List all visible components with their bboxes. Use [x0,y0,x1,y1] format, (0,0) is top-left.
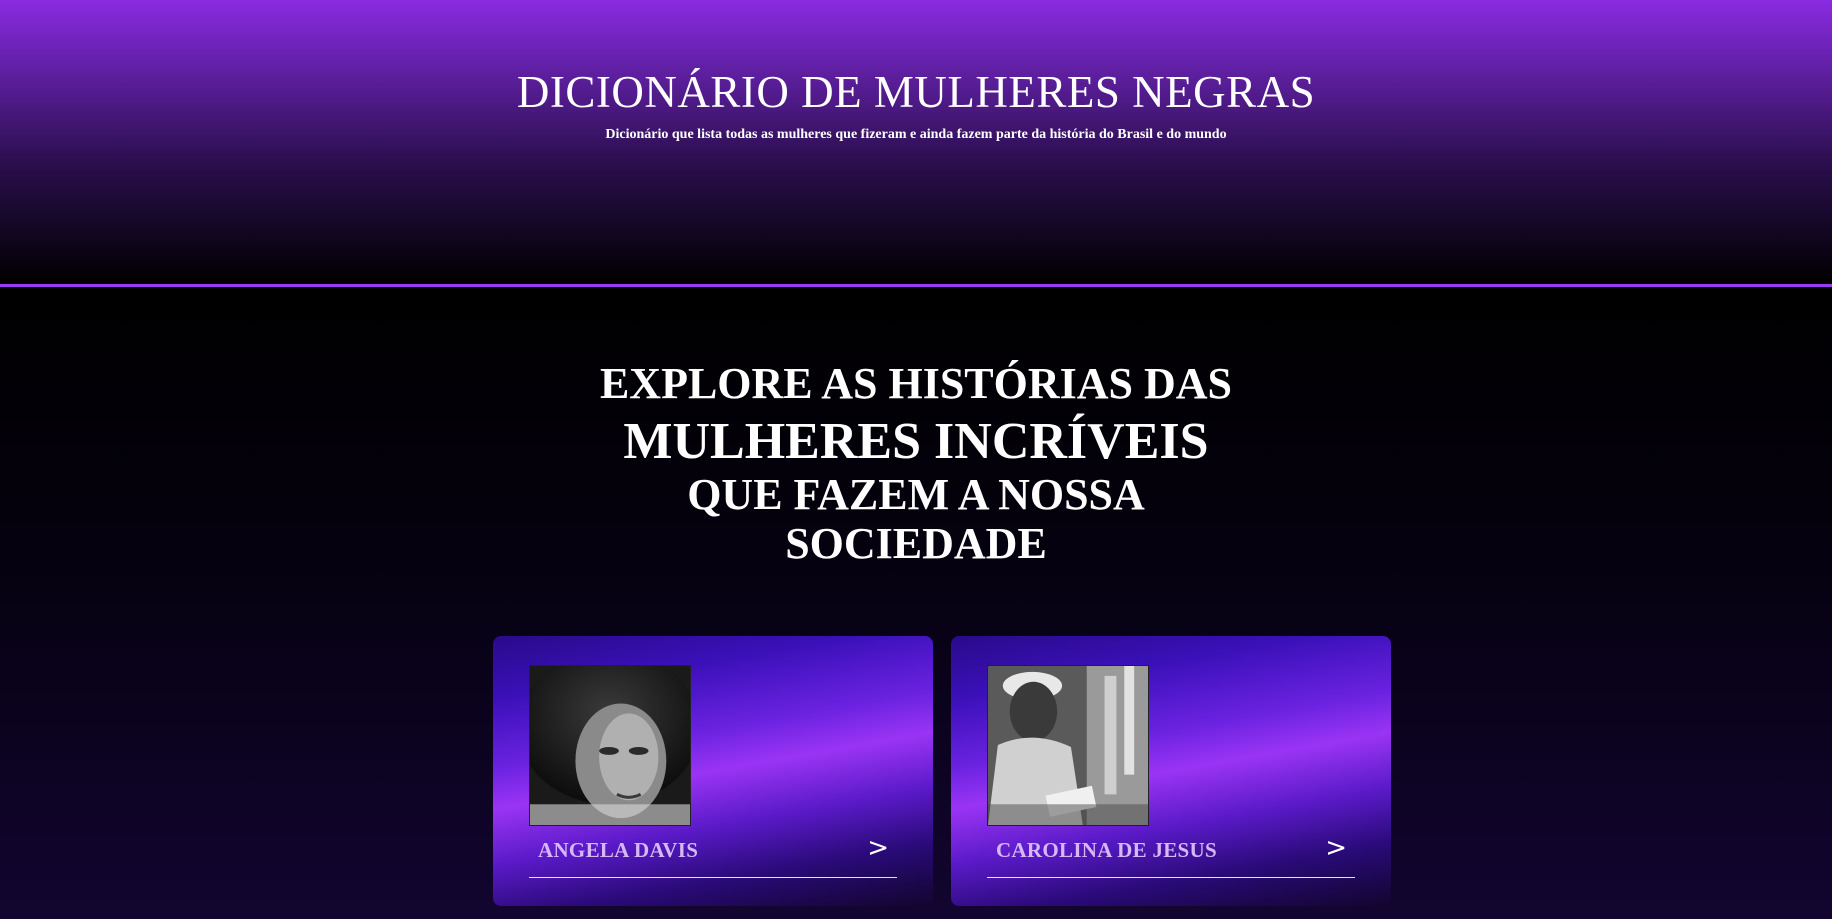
card-divider [529,877,897,878]
portrait-photo-icon [530,666,690,825]
woman-card-carolina-de-jesus[interactable]: CAROLINA DE JESUS > [951,636,1391,906]
main-content: EXPLORE AS HISTÓRIAS DAS MULHERES INCRÍV… [0,290,1832,919]
site-subtitle: Dicionário que lista todas as mulheres q… [605,127,1227,142]
portrait-image [529,665,691,826]
card-name: ANGELA DAVIS [538,838,699,862]
hero-line-1: EXPLORE AS HISTÓRIAS DAS [599,359,1233,408]
chevron-right-icon[interactable]: > [867,833,889,863]
site-header: DICIONÁRIO DE MULHERES NEGRAS Dicionário… [0,0,1832,287]
portrait-image [987,665,1149,826]
hero-line-2: MULHERES INCRÍVEIS [623,413,1209,470]
hero-headline: EXPLORE AS HISTÓRIAS DAS MULHERES INCRÍV… [0,362,1832,566]
hero-line-4: SOCIEDADE [785,519,1047,568]
woman-card-angela-davis[interactable]: ANGELA DAVIS > [493,636,933,906]
portrait-photo-icon [988,666,1148,825]
site-title: DICIONÁRIO DE MULHERES NEGRAS [516,67,1316,117]
hero-line-3: QUE FAZEM A NOSSA [687,470,1145,519]
card-divider [987,877,1355,878]
chevron-right-icon[interactable]: > [1325,833,1347,863]
card-name: CAROLINA DE JESUS [996,838,1217,862]
